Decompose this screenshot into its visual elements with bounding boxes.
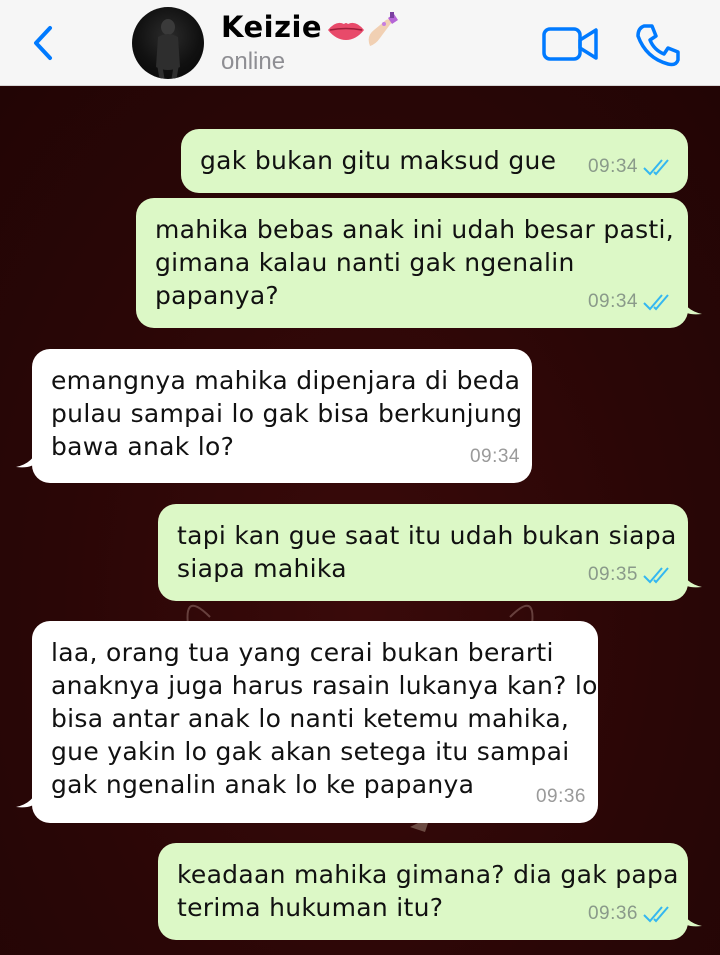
read-ticks-icon xyxy=(643,905,669,922)
back-chevron-icon[interactable] xyxy=(28,22,58,64)
chat-header: Keizie online xyxy=(0,0,720,86)
message-meta: 09:36 xyxy=(536,780,586,813)
message-time: 09:34 xyxy=(469,446,520,467)
message-bubble-incoming[interactable]: emangnya mahika dipenjara di beda pulau … xyxy=(16,349,532,483)
message-text: emangnya mahika dipenjara di beda pulau … xyxy=(51,366,523,461)
message-time: 09:34 xyxy=(587,291,638,312)
message-meta: 09:34 xyxy=(588,150,676,183)
message-meta: 09:35 xyxy=(588,558,676,591)
message-time: 09:36 xyxy=(587,903,638,924)
bubble-tail xyxy=(16,447,38,468)
bubble-tail xyxy=(680,906,702,927)
bubble-tail xyxy=(16,787,38,808)
avatar[interactable] xyxy=(132,7,204,79)
contact-emoji-icons xyxy=(328,12,398,46)
lips-icon xyxy=(328,22,364,40)
message-bubble-outgoing[interactable]: gak bukan gitu maksud gue 09:34 xyxy=(181,129,688,193)
message-time: 09:34 xyxy=(587,156,638,177)
chat-area[interactable]: gak bukan gitu maksud gue 09:34 mahika b… xyxy=(0,87,720,955)
bubble-tail xyxy=(680,294,702,315)
message-meta: 09:36 xyxy=(588,897,676,930)
message-meta: 09:34 xyxy=(588,285,676,318)
message-time: 09:36 xyxy=(535,786,586,807)
nail-polish-icon xyxy=(368,12,398,46)
message-bubble-outgoing[interactable]: tapi kan gue saat itu udah bukan siapa s… xyxy=(158,504,702,601)
message-time: 09:35 xyxy=(587,564,638,585)
message-text: gak bukan gitu maksud gue xyxy=(200,146,557,175)
message-bubble-outgoing[interactable]: mahika bebas anak ini udah besar pasti, … xyxy=(136,198,702,328)
message-bubble-incoming[interactable]: laa, orang tua yang cerai bukan berarti … xyxy=(16,621,598,823)
read-ticks-icon xyxy=(643,158,669,175)
contact-name[interactable]: Keizie xyxy=(221,10,322,44)
read-ticks-icon xyxy=(643,566,669,583)
bubble-tail xyxy=(680,567,702,588)
video-call-icon[interactable] xyxy=(541,24,599,64)
message-bubble-outgoing[interactable]: keadaan mahika gimana? dia gak papa teri… xyxy=(158,843,702,940)
phone-call-icon[interactable] xyxy=(634,22,682,68)
read-ticks-icon xyxy=(643,293,669,310)
contact-status: online xyxy=(221,48,286,75)
message-text: laa, orang tua yang cerai bukan berarti … xyxy=(51,638,598,799)
message-meta: 09:34 xyxy=(470,440,520,473)
